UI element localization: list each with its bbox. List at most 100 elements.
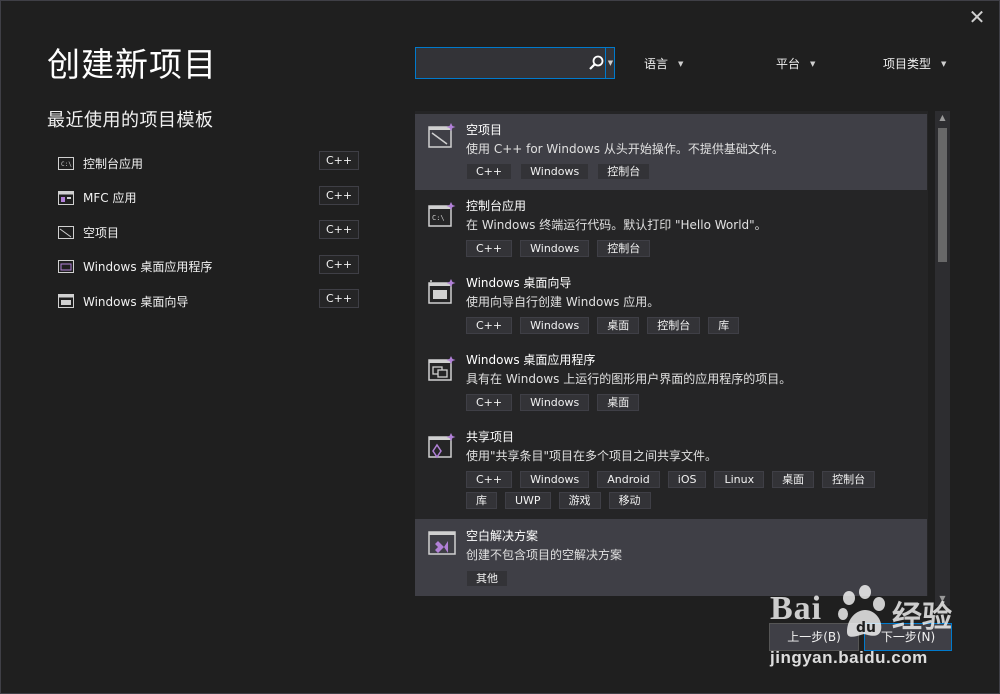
back-button[interactable]: 上一步(B) — [769, 623, 859, 651]
tag-uwp: UWP — [505, 492, 551, 509]
tag-console: 控制台 — [597, 163, 651, 180]
tag-desktop: 桌面 — [772, 471, 815, 488]
recent-templates-list: C:\ 控制台应用 C++ MFC 应用 C++ 空项目 C++ Windows… — [47, 146, 367, 319]
template-desktop-app[interactable]: Windows 桌面应用程序 具有在 Windows 上运行的图形用户界面的应用… — [415, 347, 927, 421]
template-list-scrollbar[interactable]: ▲ ▼ — [935, 111, 950, 606]
tag-console: 控制台 — [822, 471, 876, 488]
tag-linux: Linux — [714, 471, 765, 488]
tag-console: 控制台 — [597, 240, 651, 257]
tag-android: Android — [597, 471, 660, 488]
project-type-filter[interactable]: 项目类型 ▼ — [883, 55, 946, 72]
tag-desktop: 桌面 — [597, 317, 640, 334]
chevron-down-icon: ▼ — [941, 60, 947, 68]
language-tag: C++ — [319, 220, 359, 239]
tag-cpp: C++ — [466, 240, 513, 257]
template-description: 使用 C++ for Windows 从头开始操作。不提供基础文件。 — [466, 142, 784, 156]
template-description: 使用向导自行创建 Windows 应用。 — [466, 295, 660, 309]
recent-item-mfc-app[interactable]: MFC 应用 C++ — [47, 181, 367, 216]
recent-templates-heading: 最近使用的项目模板 — [47, 110, 214, 131]
recent-item-label: 控制台应用 — [83, 156, 144, 171]
recent-item-desktop-app[interactable]: Windows 桌面应用程序 C++ — [47, 250, 367, 285]
empty-project-icon — [58, 225, 74, 239]
platform-filter[interactable]: 平台 ▼ — [776, 55, 815, 72]
template-name: 共享项目 — [466, 430, 515, 444]
template-description: 创建不包含项目的空解决方案 — [466, 548, 623, 562]
desktop-app-icon — [58, 260, 74, 274]
tag-cpp: C++ — [466, 394, 513, 411]
tag-cpp: C++ — [466, 471, 513, 488]
console-app-icon: C:\ — [58, 156, 74, 170]
template-tags: C++ Windows 控制台 — [466, 163, 896, 180]
template-empty-project[interactable]: 空项目 使用 C++ for Windows 从头开始操作。不提供基础文件。 C… — [415, 114, 927, 190]
project-type-filter-label: 项目类型 — [883, 57, 932, 71]
shared-project-icon — [427, 432, 457, 460]
tag-desktop: 桌面 — [597, 394, 640, 411]
tag-windows: Windows — [520, 394, 590, 411]
search-input[interactable] — [416, 48, 586, 78]
template-tags: 其他 — [466, 570, 896, 587]
tag-ios: iOS — [667, 471, 707, 488]
recent-item-label: Windows 桌面应用程序 — [83, 260, 213, 275]
template-name: Windows 桌面向导 — [466, 276, 572, 290]
console-app-icon: C:\ — [427, 201, 457, 229]
tag-windows: Windows — [520, 240, 590, 257]
page-title: 创建新项目 — [47, 45, 217, 84]
template-description: 具有在 Windows 上运行的图形用户界面的应用程序的项目。 — [466, 372, 792, 386]
template-tags: C++ Windows 桌面 控制台 库 — [466, 317, 896, 334]
blank-solution-icon — [427, 529, 457, 557]
template-tags: C++ Windows 控制台 — [466, 240, 896, 257]
scrollbar-thumb[interactable] — [938, 128, 947, 262]
template-description: 使用"共享条目"项目在多个项目之间共享文件。 — [466, 449, 718, 463]
tag-other: 其他 — [466, 570, 508, 587]
chevron-down-icon: ▼ — [678, 60, 684, 68]
template-name: 空项目 — [466, 123, 503, 137]
next-button[interactable]: 下一步(N) — [864, 623, 952, 651]
mfc-app-icon — [58, 190, 74, 205]
language-filter-label: 语言 — [644, 57, 669, 71]
template-desktop-wizard[interactable]: Windows 桌面向导 使用向导自行创建 Windows 应用。 C++ Wi… — [415, 270, 927, 344]
recent-item-empty-project[interactable]: 空项目 C++ — [47, 215, 367, 250]
tag-cpp: C++ — [466, 317, 513, 334]
recent-item-label: Windows 桌面向导 — [83, 294, 189, 309]
desktop-wizard-icon — [58, 294, 74, 309]
template-name: 空白解决方案 — [466, 529, 539, 543]
svg-text:C:\: C:\ — [432, 214, 445, 222]
chevron-down-icon[interactable]: ▼ — [605, 48, 615, 78]
template-tags: C++ Windows Android iOS Linux 桌面 控制台 库 U… — [466, 471, 896, 509]
recent-item-label: MFC 应用 — [83, 191, 137, 206]
language-tag: C++ — [319, 254, 359, 274]
svg-text:C:\: C:\ — [61, 161, 72, 168]
template-blank-solution[interactable]: 空白解决方案 创建不包含项目的空解决方案 其他 — [415, 519, 927, 596]
tag-mobile: 移动 — [608, 492, 651, 509]
template-name: Windows 桌面应用程序 — [466, 353, 596, 367]
tag-windows: Windows — [520, 163, 590, 180]
tag-library: 库 — [708, 317, 740, 334]
scroll-down-icon[interactable]: ▼ — [935, 592, 950, 606]
tag-windows: Windows — [520, 471, 590, 488]
scroll-up-icon[interactable]: ▲ — [935, 111, 950, 125]
template-list: 空项目 使用 C++ for Windows 从头开始操作。不提供基础文件。 C… — [415, 111, 928, 596]
template-description: 在 Windows 终端运行代码。默认打印 "Hello World"。 — [466, 218, 767, 232]
language-tag: C++ — [319, 185, 359, 205]
language-tag: C++ — [319, 289, 359, 308]
desktop-app-icon — [427, 355, 457, 383]
close-button[interactable]: ✕ — [964, 4, 990, 30]
template-console-app[interactable]: C:\ 控制台应用 在 Windows 终端运行代码。默认打印 "Hello W… — [415, 193, 927, 267]
recent-item-console-app[interactable]: C:\ 控制台应用 C++ — [47, 146, 367, 181]
search-box: ▼ — [415, 47, 615, 79]
template-name: 控制台应用 — [466, 199, 527, 213]
language-filter[interactable]: 语言 ▼ — [644, 55, 683, 72]
template-tags: C++ Windows 桌面 — [466, 394, 896, 411]
platform-filter-label: 平台 — [776, 57, 801, 71]
tag-library: 库 — [466, 492, 497, 509]
recent-item-desktop-wizard[interactable]: Windows 桌面向导 C++ — [47, 284, 367, 319]
language-tag: C++ — [319, 151, 359, 170]
search-icon[interactable] — [588, 54, 604, 72]
tag-windows: Windows — [520, 317, 590, 334]
empty-project-icon — [427, 122, 457, 150]
tag-cpp: C++ — [466, 163, 513, 180]
desktop-wizard-icon — [427, 278, 457, 306]
tag-games: 游戏 — [558, 492, 601, 509]
tag-console: 控制台 — [647, 317, 701, 334]
template-shared-project[interactable]: 共享项目 使用"共享条目"项目在多个项目之间共享文件。 C++ Windows … — [415, 424, 927, 518]
